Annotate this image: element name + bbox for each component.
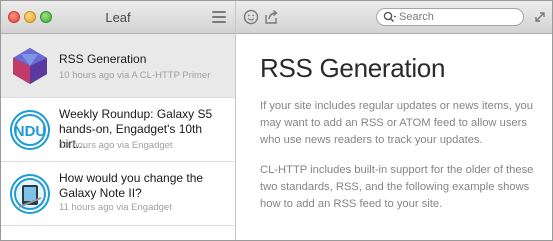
article-pane: Search RSS Generation If your site inclu… [236, 1, 552, 240]
feed-item-title: RSS Generation [59, 52, 147, 66]
engadget-thumbnail-icon [10, 174, 50, 214]
engadget-thumbnail-icon: NDU [10, 110, 50, 150]
article-paragraph: If your site includes regular updates or… [260, 100, 533, 146]
feed-item-meta: 10 hours ago via Engadget [59, 140, 173, 151]
feed-item[interactable]: RSS Generation 10 hours ago via A CL-HTT… [1, 34, 235, 98]
window-title: Leaf [105, 10, 131, 25]
sidebar-toolbar: Leaf [1, 1, 235, 34]
feed-sidebar: Leaf RSS Generation 10 hours ago via A C… [1, 1, 236, 240]
search-placeholder: Search [399, 11, 434, 23]
feed-item[interactable]: NDU Weekly Roundup: Galaxy S5 hands-on, … [1, 98, 235, 162]
engadget-thumbnail-text: NDU [14, 123, 47, 140]
feed-item[interactable]: How would you change the Galaxy Note II?… [1, 162, 235, 226]
expand-icon[interactable] [533, 10, 547, 24]
app-window: Leaf RSS Generation 10 hours ago via A C… [0, 0, 553, 241]
search-field[interactable]: Search [376, 8, 524, 26]
smiley-icon[interactable] [243, 9, 259, 25]
cube-thumbnail-icon [13, 48, 47, 84]
search-icon [383, 11, 397, 23]
feed-item-meta: 11 hours ago via Engadget [59, 202, 172, 213]
article-paragraph: CL-HTTP includes built-in support for th… [260, 164, 534, 210]
share-icon[interactable] [263, 9, 279, 25]
menu-icon[interactable] [212, 11, 226, 23]
feed-item-meta: 10 hours ago via A CL-HTTP Primer [59, 70, 211, 81]
article-title: RSS Generation [260, 53, 446, 83]
feed-item-title: How would you change the Galaxy Note II? [59, 171, 204, 200]
article-toolbar: Search [236, 1, 552, 34]
article-body: RSS Generation If your site includes reg… [260, 53, 542, 213]
